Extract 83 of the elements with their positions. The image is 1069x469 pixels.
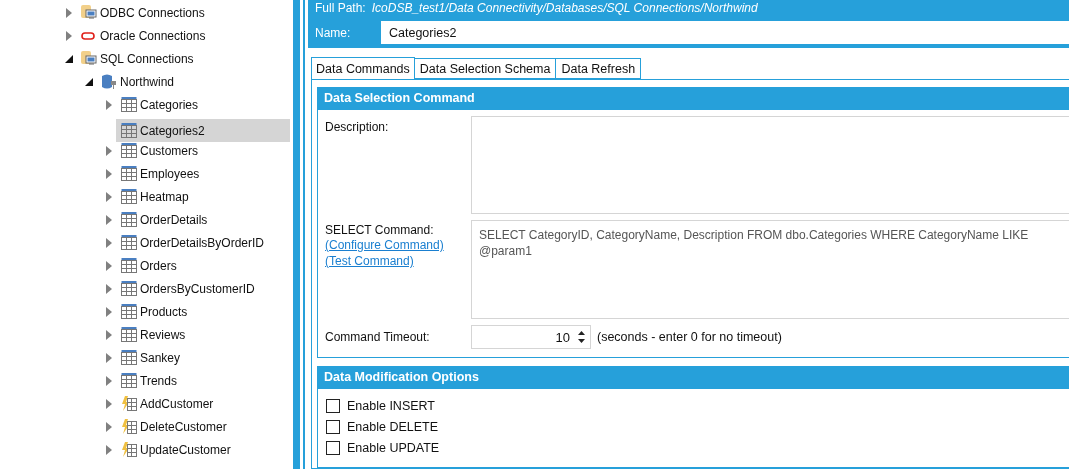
select-command-field[interactable]: SELECT CategoryID, CategoryName, Description FROM dbo.Categories WHERE CategoryName LIKE @param1: [471, 220, 1069, 319]
tree-item[interactable]: ODBC Connections: [81, 1, 208, 24]
tab[interactable]: Data Selection Schema: [414, 58, 557, 79]
tree-item[interactable]: Employees: [121, 162, 203, 185]
expand-arrow-icon[interactable]: [65, 7, 73, 18]
checkbox-label: Enable UPDATE: [347, 440, 440, 455]
table-icon: [121, 235, 137, 250]
expand-arrow-icon[interactable]: [105, 306, 113, 317]
name-input-field[interactable]: Categories2: [381, 21, 1069, 44]
expand-arrow-icon[interactable]: [105, 145, 113, 156]
tree-item[interactable]: UpdateCustomer: [121, 438, 234, 461]
timeout-spinner[interactable]: 10: [471, 325, 591, 349]
tree-item[interactable]: Reviews: [121, 323, 189, 346]
expand-arrow-icon[interactable]: [105, 421, 113, 432]
description-field[interactable]: [471, 116, 1069, 214]
table-icon: [121, 350, 137, 365]
tree-item[interactable]: Categories: [121, 93, 202, 116]
tree-item[interactable]: Customers: [121, 139, 201, 162]
expand-arrow-icon[interactable]: [105, 398, 113, 409]
checkbox-label: Enable DELETE: [347, 419, 439, 434]
description-label: Description:: [325, 119, 390, 136]
expand-arrow-icon[interactable]: [105, 352, 113, 363]
lightning-table-icon: [121, 396, 137, 411]
full-path-label: Full Path:: [315, 1, 366, 15]
tree-item[interactable]: Products: [121, 300, 191, 323]
expand-arrow-icon[interactable]: [105, 237, 113, 248]
checkbox-label: Enable INSERT: [347, 398, 435, 413]
tab[interactable]: Data Commands: [311, 57, 415, 80]
expand-arrow-icon[interactable]: [105, 283, 113, 294]
server-folder-icon: [81, 5, 97, 20]
expand-arrow-icon[interactable]: [105, 444, 113, 455]
tree-item[interactable]: Sankey: [121, 346, 184, 369]
full-path-value: IcoDSB_test1/Data Connectivity/Databases/SQL Connections/Northwind: [371, 1, 758, 15]
collapse-arrow-icon[interactable]: [65, 54, 73, 63]
expand-arrow-icon[interactable]: [105, 168, 113, 179]
checkbox[interactable]: [326, 398, 340, 413]
expand-arrow-icon[interactable]: [105, 375, 113, 386]
table-icon: [121, 258, 137, 273]
table-icon: [121, 97, 137, 112]
name-label: Name:: [315, 25, 352, 40]
table-icon: [121, 143, 137, 158]
table-icon: [121, 189, 137, 204]
expand-arrow-icon[interactable]: [105, 329, 113, 340]
select-command-label: SELECT Command:: [325, 223, 435, 237]
oracle-ring-icon: [81, 31, 95, 40]
tree-item[interactable]: Trends: [121, 369, 180, 392]
expand-arrow-icon[interactable]: [105, 99, 113, 110]
tree-item[interactable]: OrderDetails: [121, 208, 211, 231]
table-icon: [121, 327, 137, 342]
tree-item[interactable]: OrdersByCustomerID: [121, 277, 258, 300]
expand-arrow-icon[interactable]: [105, 191, 113, 202]
table-icon: [121, 123, 137, 138]
lightning-table-icon: [121, 419, 137, 434]
tree-item[interactable]: OrderDetailsByOrderID: [121, 231, 268, 254]
table-icon: [121, 212, 137, 227]
checkbox[interactable]: [326, 440, 340, 455]
timeout-label: Command Timeout:: [325, 330, 431, 344]
section-header: Data Selection Command: [317, 87, 1069, 110]
expand-arrow-icon[interactable]: [65, 30, 73, 41]
collapse-arrow-icon[interactable]: [85, 77, 93, 86]
tree-item[interactable]: AddCustomer: [121, 392, 217, 415]
server-folder-icon: [81, 51, 97, 66]
timeout-hint: (seconds - enter 0 for no timeout): [597, 330, 782, 344]
command-link[interactable]: (Configure Command): [325, 237, 471, 253]
table-icon: [121, 166, 137, 181]
tree-item[interactable]: Heatmap: [121, 185, 192, 208]
tree-item[interactable]: SQL Connections: [81, 47, 197, 70]
section-header: Data Modification Options: [317, 366, 1069, 389]
table-icon: [121, 281, 137, 296]
tree-item[interactable]: Categories2: [116, 119, 290, 142]
checkbox[interactable]: [326, 419, 340, 434]
expand-arrow-icon[interactable]: [105, 260, 113, 271]
expand-arrow-icon[interactable]: [105, 214, 113, 225]
command-link[interactable]: (Test Command): [325, 253, 471, 269]
tree-item[interactable]: Northwind: [101, 70, 178, 93]
table-icon: [121, 373, 137, 388]
database-plug-icon: [101, 74, 117, 89]
tree-item[interactable]: Oracle Connections: [81, 24, 209, 47]
tree-item[interactable]: DeleteCustomer: [121, 415, 230, 438]
tree-item[interactable]: Orders: [121, 254, 180, 277]
tab[interactable]: Data Refresh: [556, 58, 642, 79]
table-icon: [121, 304, 137, 319]
lightning-table-icon: [121, 442, 137, 457]
